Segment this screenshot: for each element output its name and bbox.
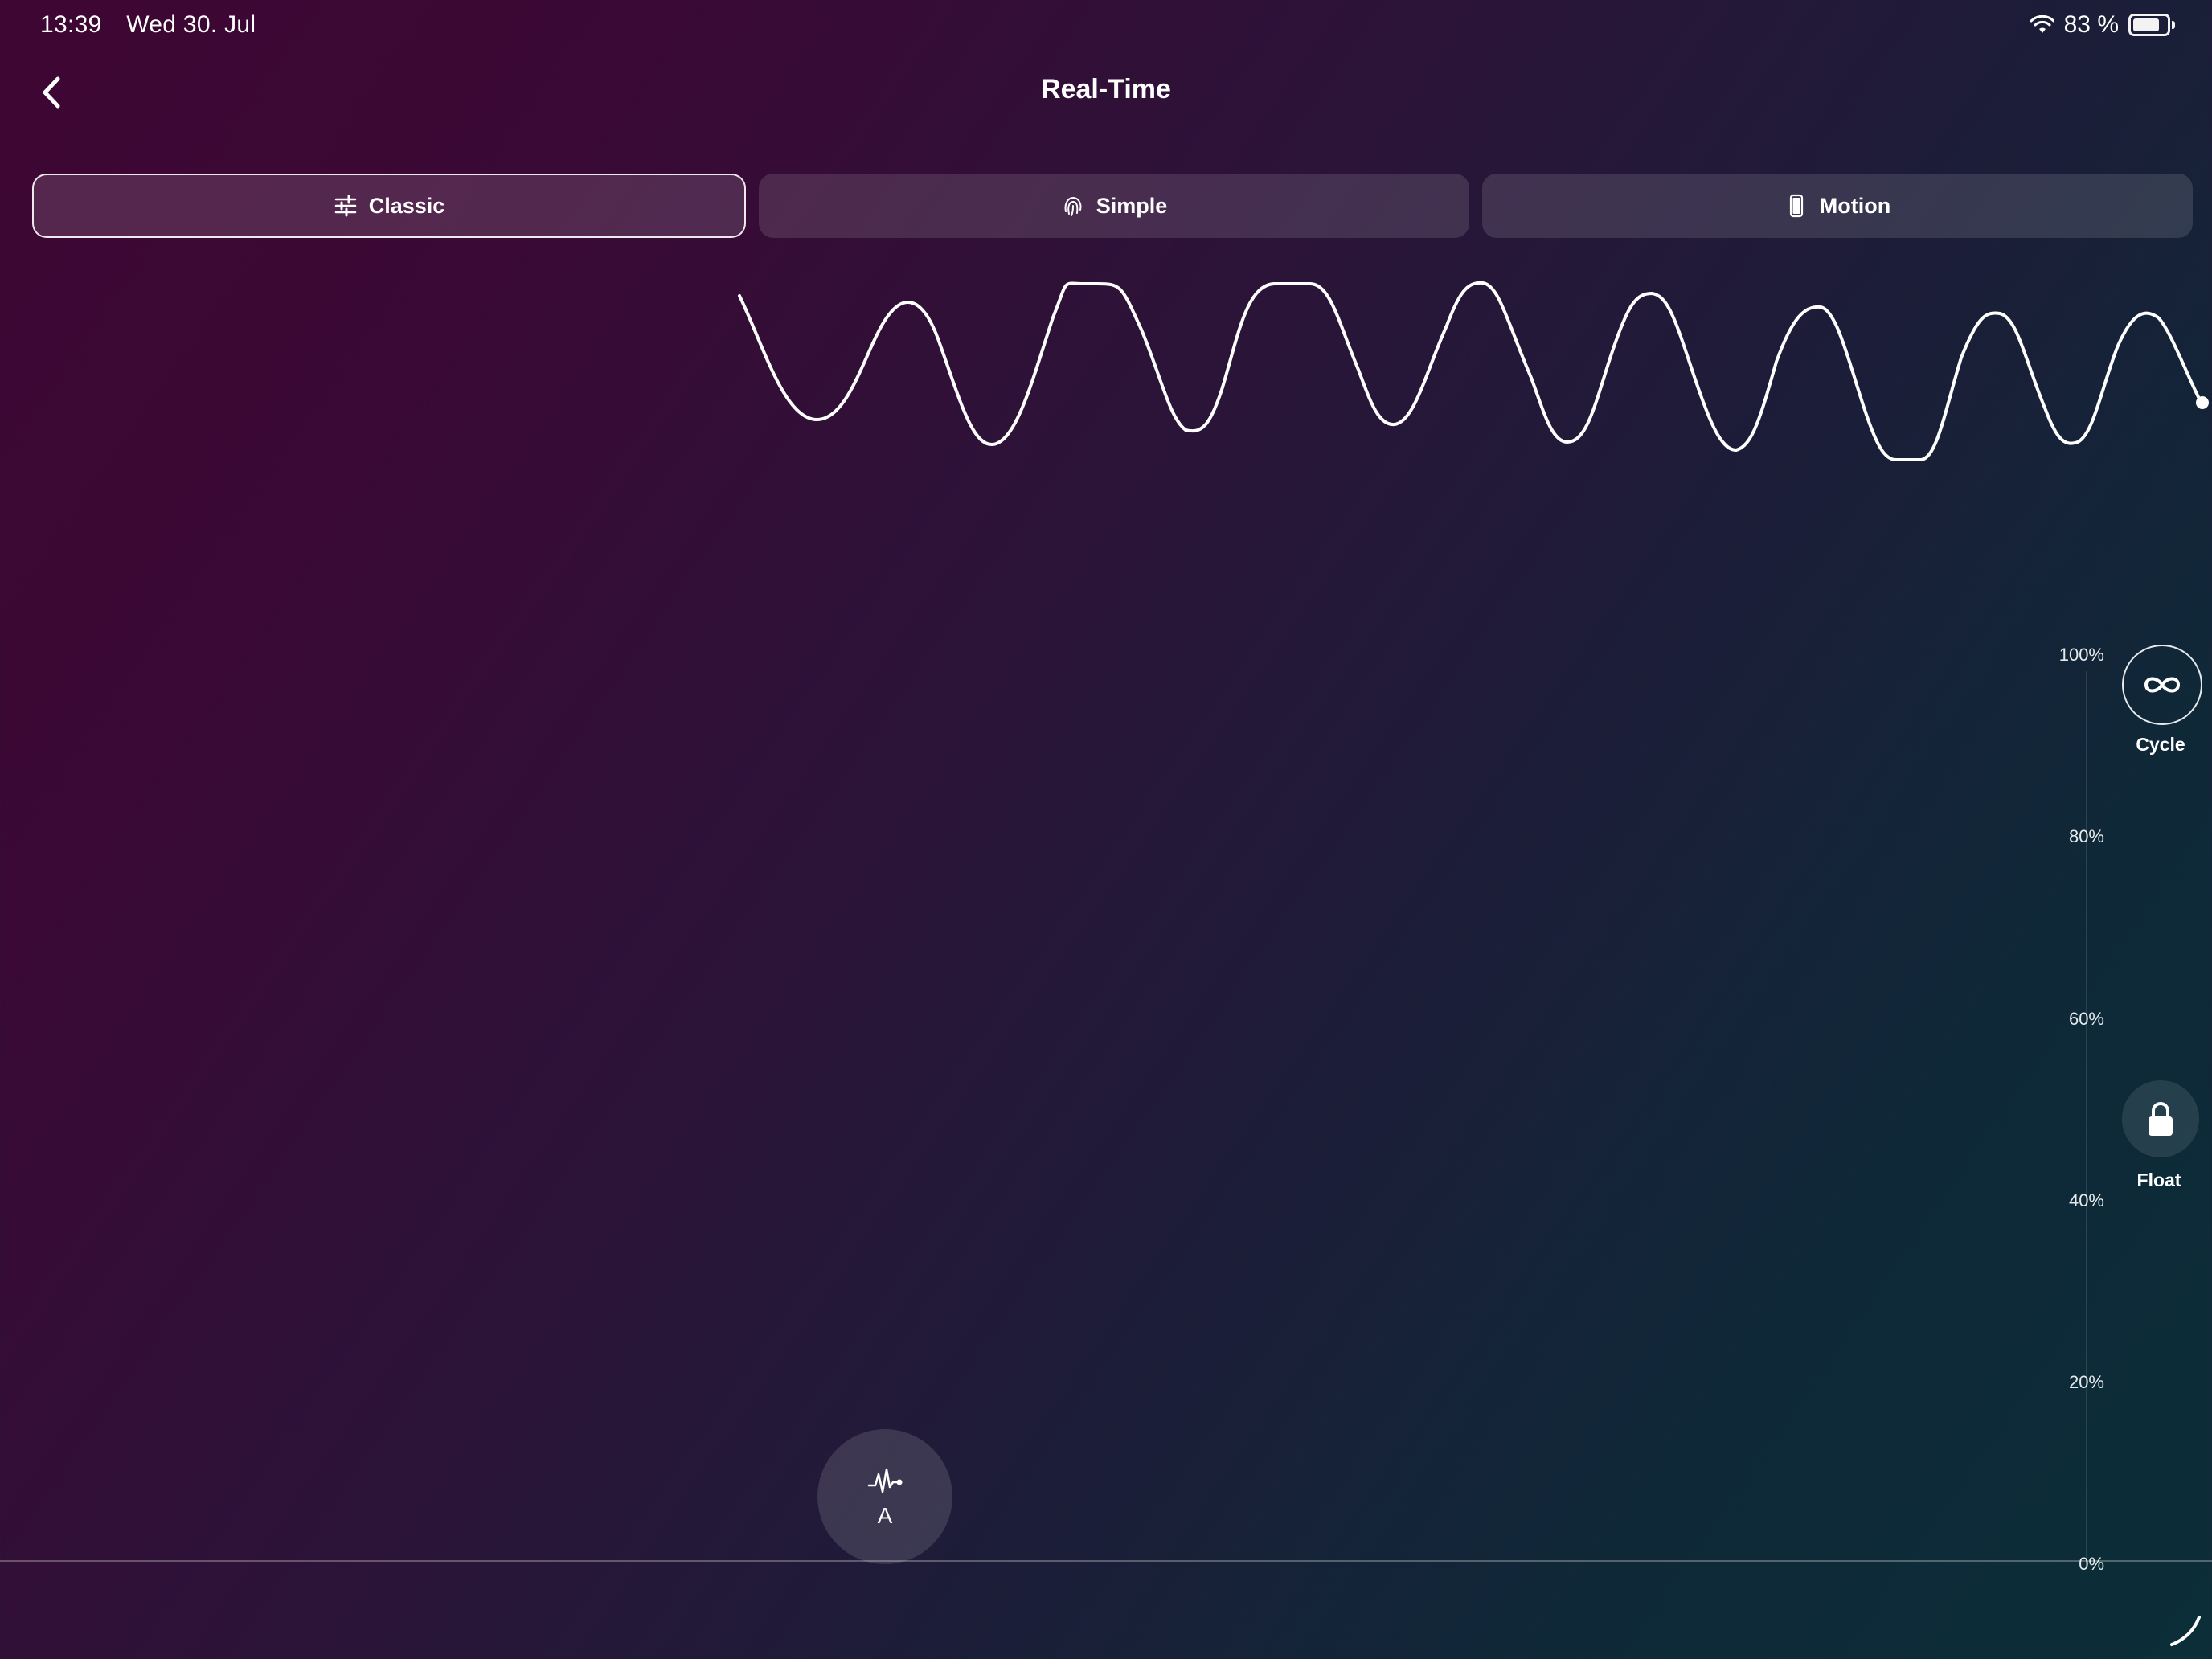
pulse-icon <box>867 1468 903 1493</box>
pattern-a-label: A <box>877 1503 893 1528</box>
tick-100: 100% <box>2058 645 2104 665</box>
waveform-endpoint <box>2196 396 2209 409</box>
axis-line <box>2086 671 2087 1563</box>
pattern-a-button[interactable]: A <box>817 1429 952 1564</box>
cycle-button[interactable] <box>2122 645 2202 725</box>
lock-icon <box>2149 1102 2173 1136</box>
waveform-line <box>738 281 2202 461</box>
tick-20: 20% <box>2068 1372 2104 1392</box>
float-button[interactable] <box>2122 1080 2199 1157</box>
baseline <box>0 1560 2212 1562</box>
waveform-graph <box>738 281 2209 461</box>
cycle-label: Cycle <box>2136 734 2185 755</box>
tick-0: 0% <box>2079 1554 2104 1574</box>
infinity-icon <box>2144 677 2181 693</box>
tick-60: 60% <box>2068 1009 2104 1029</box>
tick-80: 80% <box>2068 826 2104 846</box>
tick-40: 40% <box>2068 1190 2104 1210</box>
float-label: Float <box>2136 1169 2181 1190</box>
resize-handle-icon[interactable] <box>2165 1611 2204 1649</box>
